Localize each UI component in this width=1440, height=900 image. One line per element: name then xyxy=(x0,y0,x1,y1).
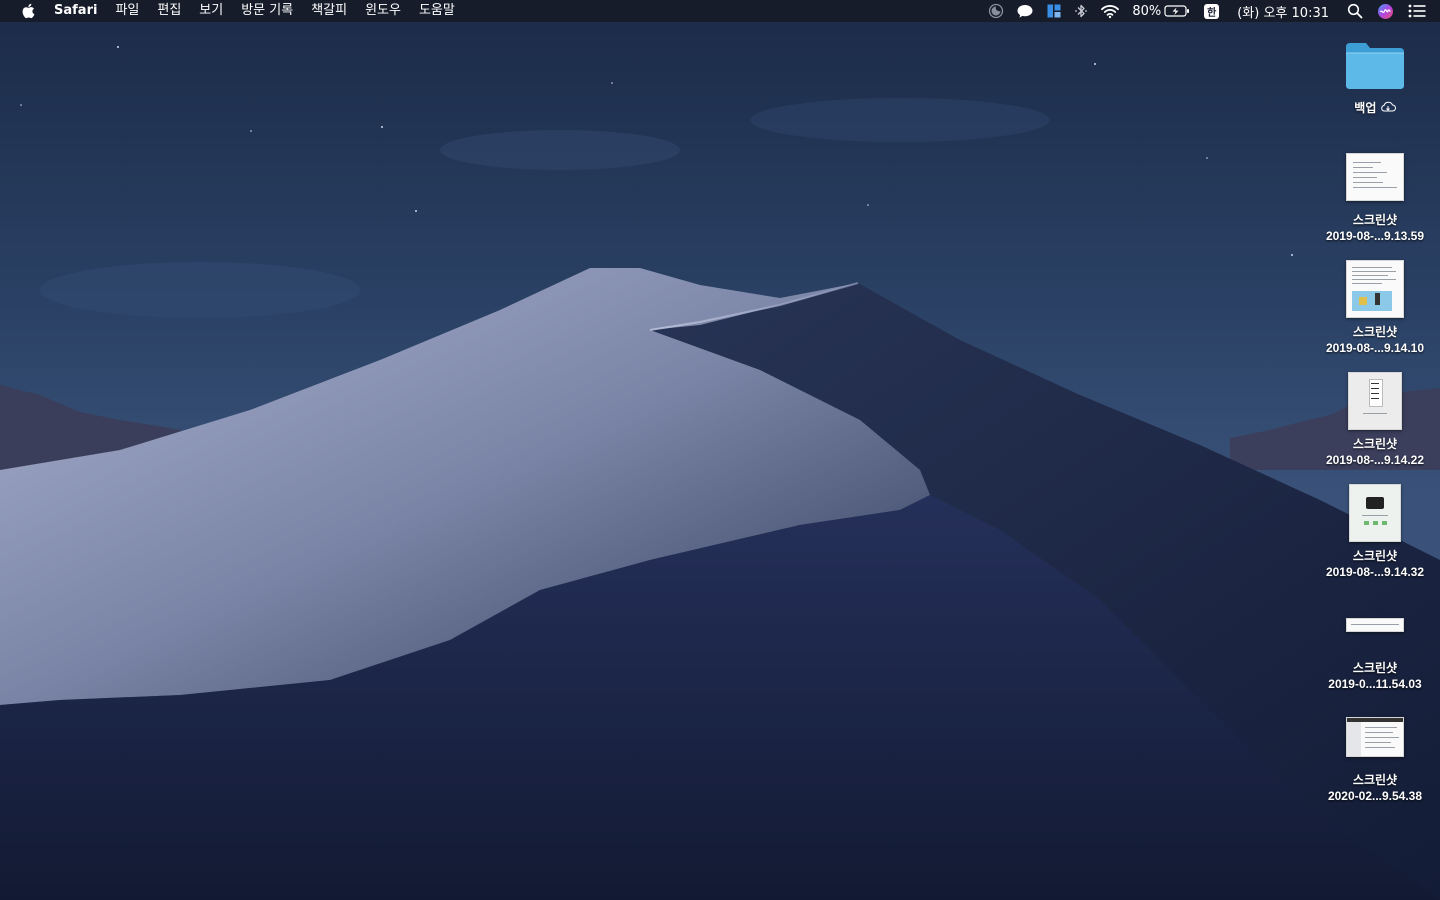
notification-center-icon[interactable] xyxy=(1400,0,1440,22)
screenshot-thumbnail xyxy=(1349,484,1401,542)
desktop-item-sublabel: 2019-08-...9.13.59 xyxy=(1325,229,1425,243)
desktop-screenshot-3[interactable]: 스크린샷 2019-08-...9.14.22 xyxy=(1310,366,1440,468)
desktop-item-sublabel: 2020-02...9.54.38 xyxy=(1327,789,1423,803)
desktop-item-sublabel: 2019-08-...9.14.22 xyxy=(1325,453,1425,467)
folder-icon xyxy=(1335,30,1415,100)
spotlight-search-icon[interactable] xyxy=(1339,0,1371,22)
desktop-wallpaper xyxy=(0,0,1440,900)
desktop-item-sublabel: 2019-08-...9.14.32 xyxy=(1325,565,1425,579)
menu-edit[interactable]: 편집 xyxy=(148,0,190,22)
menu-window[interactable]: 윈도우 xyxy=(356,0,410,22)
battery-charging-icon xyxy=(1164,4,1190,18)
magnet-icon[interactable] xyxy=(1040,0,1068,22)
desktop-item-label: 스크린샷 xyxy=(1352,549,1398,563)
desktop-item-label: 스크린샷 xyxy=(1352,213,1398,227)
menu-history[interactable]: 방문 기록 xyxy=(232,0,302,22)
wifi-icon[interactable] xyxy=(1094,0,1126,22)
desktop-item-label: 스크린샷 xyxy=(1352,661,1398,675)
menu-help[interactable]: 도움말 xyxy=(410,0,464,22)
desktop-screenshot-2[interactable]: 스크린샷 2019-08-...9.14.10 xyxy=(1310,254,1440,356)
menu-bookmarks[interactable]: 책갈피 xyxy=(302,0,356,22)
menu-view[interactable]: 보기 xyxy=(190,0,232,22)
screenshot-thumbnail xyxy=(1346,153,1404,201)
desktop-item-sublabel: 2019-08-...9.14.10 xyxy=(1325,341,1425,355)
battery-percent: 80% xyxy=(1132,3,1162,19)
do-not-disturb-icon[interactable] xyxy=(982,0,1010,22)
desktop-screenshot-6[interactable]: 스크린샷 2020-02...9.54.38 xyxy=(1310,702,1440,804)
desktop-item-label: 스크린샷 xyxy=(1352,773,1398,787)
icloud-download-icon xyxy=(1380,101,1396,117)
siri-icon[interactable] xyxy=(1371,0,1400,22)
app-menu-safari[interactable]: Safari xyxy=(48,0,106,22)
messages-icon[interactable] xyxy=(1010,0,1040,22)
input-source-icon: 한 xyxy=(1204,3,1220,19)
screenshot-thumbnail xyxy=(1346,260,1404,318)
clock[interactable]: (화) 오후 10:31 xyxy=(1227,0,1339,22)
screenshot-thumbnail xyxy=(1348,372,1402,430)
screenshot-thumbnail xyxy=(1346,618,1404,632)
apple-menu-icon[interactable] xyxy=(18,0,38,22)
desktop-item-label: 스크린샷 xyxy=(1352,325,1398,339)
input-source-menu[interactable]: 한 xyxy=(1196,0,1227,22)
desktop-item-label: 스크린샷 xyxy=(1352,437,1398,451)
desktop-item-label: 백업 xyxy=(1354,101,1377,115)
desktop-screenshot-5[interactable]: 스크린샷 2019-0...11.54.03 xyxy=(1310,590,1440,692)
desktop-item-sublabel: 2019-0...11.54.03 xyxy=(1328,677,1422,691)
battery-status[interactable]: 80% xyxy=(1126,0,1196,22)
desktop-folder-backup[interactable]: 백업 xyxy=(1310,30,1440,117)
desktop-screenshot-1[interactable]: 스크린샷 2019-08-...9.13.59 xyxy=(1310,142,1440,244)
desktop-screenshot-4[interactable]: 스크린샷 2019-08-...9.14.32 xyxy=(1310,478,1440,580)
desktop[interactable]: Safari 파일 편집 보기 방문 기록 책갈피 윈도우 도움말 80% 한 … xyxy=(0,0,1440,900)
menu-file[interactable]: 파일 xyxy=(106,0,148,22)
screenshot-thumbnail xyxy=(1346,717,1404,757)
menu-bar: Safari 파일 편집 보기 방문 기록 책갈피 윈도우 도움말 80% 한 … xyxy=(0,0,1440,22)
bluetooth-icon[interactable] xyxy=(1068,0,1094,22)
